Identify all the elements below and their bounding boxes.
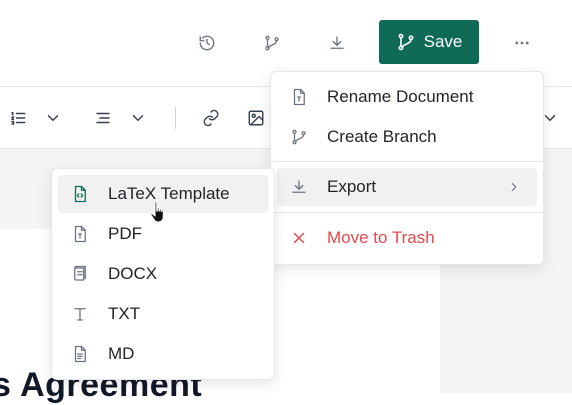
list-ordered-icon[interactable] [4,104,32,132]
menu-item-label: Move to Trash [327,228,435,247]
menu-item-move-to-trash[interactable]: Move to Trash [277,219,537,257]
align-icon[interactable] [89,104,117,132]
export-item-label: DOCX [108,264,158,283]
image-icon[interactable] [242,104,270,132]
file-lines-icon [70,344,90,364]
menu-item-rename-document[interactable]: Rename Document [277,78,537,116]
chevron-down-icon[interactable] [39,104,67,132]
menu-separator [271,161,543,162]
menu-item-label: Export [327,177,377,196]
file-code-icon [70,184,90,204]
more-menu: Rename Document Create Branch Export Mov… [270,71,544,265]
toolbar-separator [175,107,176,129]
git-branch-icon [289,127,309,147]
export-item-label: MD [108,344,135,363]
menu-item-label: Rename Document [327,87,474,106]
download-icon[interactable] [323,29,351,57]
git-branch-icon [398,33,414,51]
history-icon[interactable] [193,29,221,57]
export-item-label: TXT [108,304,141,323]
chevron-down-icon[interactable] [124,104,152,132]
link-icon[interactable] [197,104,225,132]
menu-item-export[interactable]: Export [277,168,537,206]
chevron-right-icon [511,182,517,192]
file-text-icon [289,87,309,107]
save-button[interactable]: Save [379,20,479,64]
export-item-md[interactable]: MD [58,335,268,373]
export-item-label: PDF [108,224,142,243]
export-item-docx[interactable]: DOCX [58,255,268,293]
git-branch-icon[interactable] [258,29,286,57]
type-icon [70,304,90,324]
menu-separator [271,212,543,213]
menu-item-create-branch[interactable]: Create Branch [277,118,537,156]
export-item-txt[interactable]: TXT [58,295,268,333]
more-horizontal-icon[interactable] [508,29,536,57]
file-doc-icon [70,264,90,284]
save-label: Save [423,32,463,51]
hand-cursor-icon [150,201,164,223]
download-icon [289,177,309,197]
menu-item-label: Create Branch [327,127,437,146]
x-icon [289,228,309,248]
file-text-icon [70,224,90,244]
